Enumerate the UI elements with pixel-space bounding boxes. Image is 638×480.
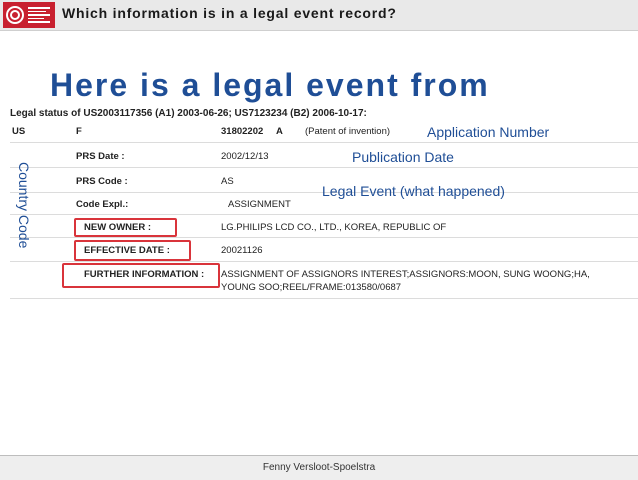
row-divider — [10, 261, 638, 262]
publication-date-callout-text: Publication Date — [352, 149, 454, 165]
slide-header-title: Which information is in a legal event re… — [62, 5, 397, 21]
code-expl-value: ASSIGNMENT — [228, 199, 291, 210]
application-number-kind: A — [276, 126, 283, 137]
legal-event-callout-text: Legal Event (what happened) — [322, 183, 505, 199]
kind-value: F — [76, 126, 82, 137]
application-number-callout-text: Application Number — [427, 124, 550, 140]
further-information-value-line1: ASSIGNMENT OF ASSIGNORS INTEREST;ASSIGNO… — [221, 269, 590, 280]
new-owner-label: NEW OWNER : — [84, 222, 152, 233]
slide-footer: Fenny Versloot-Spoelstra — [0, 455, 638, 480]
slide-headline: Here is a legal event from — [50, 67, 490, 103]
logo-rings-icon — [6, 6, 24, 24]
further-information-label: FURTHER INFORMATION : — [84, 269, 205, 280]
code-expl-label: Code Expl.: — [76, 199, 129, 210]
new-owner-value: LG.PHILIPS LCD CO., LTD., KOREA, REPUBLI… — [221, 222, 447, 233]
prs-date-value: 2002/12/13 — [221, 151, 269, 162]
application-number-callout: Application Number — [426, 124, 549, 140]
country-value: US — [12, 126, 26, 137]
publication-date-callout: Publication Date — [351, 149, 454, 165]
organization-logo — [3, 2, 55, 28]
effective-date-value: 20021126 — [221, 245, 263, 256]
row-divider — [10, 237, 638, 238]
row-divider — [10, 167, 638, 168]
further-information-value-line2: YOUNG SOO;REEL/FRAME:013580/0687 — [221, 282, 402, 293]
prs-code-value: AS — [221, 176, 234, 187]
row-divider — [10, 298, 638, 299]
footer-author: Fenny Versloot-Spoelstra — [262, 462, 376, 473]
patent-type-value: (Patent of invention) — [305, 126, 391, 137]
row-divider — [10, 142, 638, 143]
prs-code-label: PRS Code : — [76, 176, 128, 187]
logo-text-lines — [28, 7, 50, 23]
row-divider — [10, 214, 638, 215]
country-code-callout: Country Code — [16, 162, 32, 249]
legal-event-callout: Legal Event (what happened) — [321, 183, 505, 199]
effective-date-label: EFFECTIVE DATE : — [84, 245, 170, 256]
prs-date-label: PRS Date : — [76, 151, 125, 162]
application-number-value: 31802202 — [221, 126, 264, 137]
slide-header: Which information is in a legal event re… — [0, 0, 638, 31]
legal-status-line: Legal status of US2003117356 (A1) 2003-0… — [10, 108, 367, 119]
